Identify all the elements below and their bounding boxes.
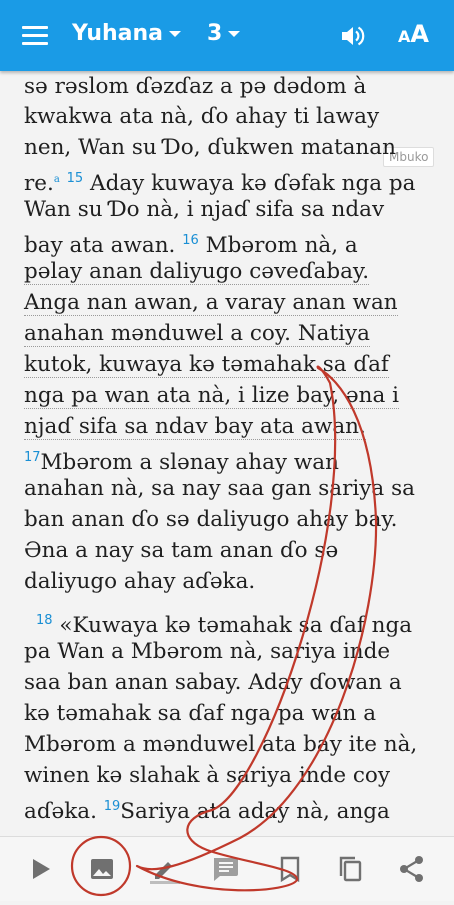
text-line: winen kə slahak à sariya inde coy: [24, 763, 391, 788]
text-line[interactable]: pəlay anan daliyugo cəveɗabay.: [24, 258, 370, 286]
text-line: kə təmahak sa ɗaf nga pa wan a: [24, 701, 377, 726]
comment-button[interactable]: [196, 837, 256, 901]
text-line: bay ata awan. 16 Mbərom nà, a: [24, 227, 358, 260]
chevron-down-icon: [228, 31, 241, 37]
audio-icon[interactable]: [340, 24, 366, 48]
text-line: 17Mbərom a slənay ahay wan: [24, 444, 339, 477]
play-icon: [33, 859, 50, 879]
text-fragment: Sariya ata aday nà, anga: [120, 799, 390, 825]
highlighted-text[interactable]: Anga nan awan, a varay anan wan: [24, 290, 398, 316]
highlight-button[interactable]: [132, 837, 192, 901]
comment-icon: [214, 858, 238, 881]
text-fragment: aɗəka.: [24, 799, 97, 825]
verse-number: 15: [66, 171, 84, 186]
highlighted-text[interactable]: anahan mənduwel a coy. Natiya: [24, 321, 370, 347]
chevron-down-icon: [169, 31, 182, 37]
text-line: sə rəslom ɗəzɗaz a pə dədom à: [24, 74, 367, 99]
text-size-icon[interactable]: AA: [398, 20, 429, 48]
text-line: pa Wan a Mbərom nà, sariya inde: [24, 639, 391, 664]
highlighted-text[interactable]: kutok, kuwaya kə təmahak sa ɗaf: [24, 352, 389, 378]
text-line: ban anan ɗo sə daliyugo ahay bay.: [24, 507, 398, 532]
verse-number: 17: [24, 450, 41, 465]
share-button[interactable]: [382, 837, 442, 901]
copy-icon: [339, 856, 362, 882]
copy-button[interactable]: [320, 837, 380, 901]
image-button[interactable]: [72, 837, 132, 901]
text-fragment: re.: [24, 171, 54, 197]
chapter-number: 3: [207, 21, 223, 46]
chapter-selector[interactable]: 3: [207, 21, 241, 46]
text-line: daliyugo ahay aɗəka.: [24, 569, 256, 594]
verse-number: 16: [182, 233, 199, 248]
text-fragment: Aday kuwaya kə ɗəfak nga pa: [90, 171, 416, 197]
text-line[interactable]: kutok, kuwaya kə təmahak sa ɗaf: [24, 351, 389, 379]
text-fragment: Mbərom a slənay ahay wan: [40, 450, 339, 476]
bookmark-button[interactable]: [260, 837, 320, 901]
text-fragment: bay ata awan.: [24, 233, 176, 259]
text-line: Wan su Ɗo nà, i njaɗ sifa sa ndav: [24, 197, 385, 222]
play-button[interactable]: [12, 837, 72, 901]
share-icon: [400, 856, 423, 882]
highlighted-text[interactable]: pəlay anan daliyugo cəveɗabay.: [24, 259, 370, 285]
highlighted-text[interactable]: njaɗ sifa sa ndav bay ata awan.: [24, 414, 366, 440]
text-line: 18 «Kuwaya kə təmahak sa ɗaf nga: [24, 607, 412, 640]
text-line[interactable]: Anga nan awan, a varay anan wan: [24, 289, 398, 317]
bookmark-icon: [280, 856, 300, 883]
menu-icon[interactable]: [22, 26, 48, 46]
text-fragment: Mbərom nà, a: [205, 233, 358, 259]
bottom-toolbar: [0, 836, 454, 901]
text-fragment: «Kuwaya kə təmahak sa ɗaf nga: [59, 613, 413, 639]
text-line: anahan nà, sa nay saa gan sariya sa: [24, 476, 415, 501]
text-line[interactable]: njaɗ sifa sa ndav bay ata awan.: [24, 413, 366, 441]
text-line: saa ban anan sabay. Aday ɗowan a: [24, 670, 402, 695]
book-name: Yuhana: [72, 21, 164, 46]
highlight-pen-icon: [150, 862, 180, 884]
scripture-text: sə rəslom ɗəzɗaz a pə dədom à Mbuko kwak…: [0, 71, 454, 836]
text-line: kwakwa ata nà, ɗo ahay ti laway: [24, 104, 380, 129]
image-icon: [91, 859, 113, 879]
app-bar: Yuhana 3 AA: [0, 0, 454, 71]
highlighted-text[interactable]: nga pa wan ata nà, i lize bay, əna i: [24, 383, 400, 409]
verse-number: 19: [103, 799, 121, 814]
text-line: re.a 15 Aday kuwaya kə ɗəfak nga pa: [24, 165, 416, 198]
footnote-marker[interactable]: a: [54, 174, 60, 185]
text-line[interactable]: anahan mənduwel a coy. Natiya: [24, 320, 370, 348]
text-line: nen, Wan su Ɗo, ɗukwen matanan: [24, 135, 396, 160]
book-selector[interactable]: Yuhana: [72, 21, 182, 46]
verse-number: 18: [36, 613, 53, 628]
text-line: aɗəka. 19Sariya ata aday nà, anga: [24, 793, 390, 826]
text-line: Əna a nay sa tam anan ɗo sə: [24, 538, 339, 563]
text-line: Mbərom a mənduwel ata bay ite nà,: [24, 732, 418, 757]
text-line[interactable]: nga pa wan ata nà, i lize bay, əna i: [24, 382, 400, 410]
